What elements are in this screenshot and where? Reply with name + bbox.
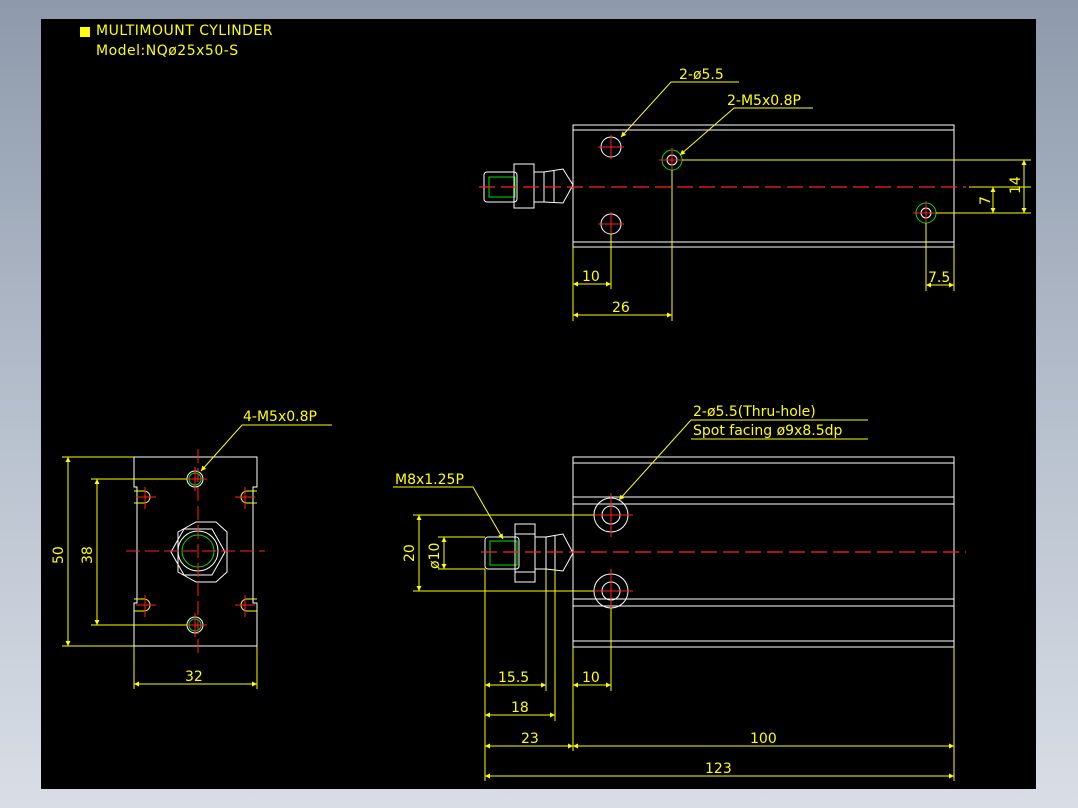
top-tapped-callout: 2-M5x0.8P: [727, 93, 801, 109]
side-rod: [484, 523, 574, 583]
side-dim-123: 123: [705, 761, 732, 777]
top-hole-callout: 2-ø5.5: [679, 67, 724, 83]
top-dimensions: [572, 159, 1031, 321]
front-centerlines: [126, 449, 265, 655]
side-dim-23: 23: [521, 731, 539, 747]
side-view: 2-ø5.5(Thru-hole) Spot facing ø9x8.5dp M…: [393, 404, 966, 781]
spot-facing-callout: Spot facing ø9x8.5dp: [693, 423, 842, 439]
side-dim-dia10: ø10: [427, 543, 443, 569]
side-dimensions: [413, 514, 955, 781]
cad-viewport[interactable]: MULTIMOUNT CYLINDER Model:NQø25x50-S 2-ø…: [41, 19, 1036, 789]
cad-drawing: 2-ø5.5 2-M5x0.8P 10 26 7.5 7 14 4-M5x0.8…: [51, 67, 1031, 781]
side-dim-15-5: 15.5: [498, 670, 529, 686]
side-dim-20: 20: [402, 544, 418, 562]
top-rod: [483, 163, 574, 209]
top-view: 2-ø5.5 2-M5x0.8P 10 26 7.5 7 14: [479, 67, 1031, 321]
top-dim-7: 7: [978, 196, 994, 205]
front-tapped-holes: [186, 470, 204, 634]
front-dim-38: 38: [80, 546, 96, 564]
thru-hole-callout: 2-ø5.5(Thru-hole): [693, 404, 816, 420]
side-body-outline: [572, 456, 955, 648]
side-dim-10: 10: [582, 670, 600, 686]
front-dim-32: 32: [185, 669, 203, 685]
rod-thread-callout: M8x1.25P: [395, 472, 464, 488]
side-dim-100: 100: [750, 731, 777, 747]
front-tapped-callout: 4-M5x0.8P: [243, 409, 317, 425]
top-dim-10: 10: [582, 269, 600, 285]
top-holes: [598, 135, 939, 236]
top-dim-14: 14: [1008, 176, 1024, 194]
top-dim-26: 26: [612, 300, 630, 316]
top-dim-7-5: 7.5: [928, 270, 950, 286]
front-hex-nut: [170, 521, 228, 583]
side-dim-18: 18: [511, 700, 529, 716]
front-view: 4-M5x0.8P 50 38 32: [51, 409, 332, 689]
front-dimensions: [62, 424, 332, 689]
side-thru-holes: [589, 493, 633, 613]
top-body-outline: [572, 124, 955, 248]
front-dim-50: 50: [51, 546, 67, 564]
